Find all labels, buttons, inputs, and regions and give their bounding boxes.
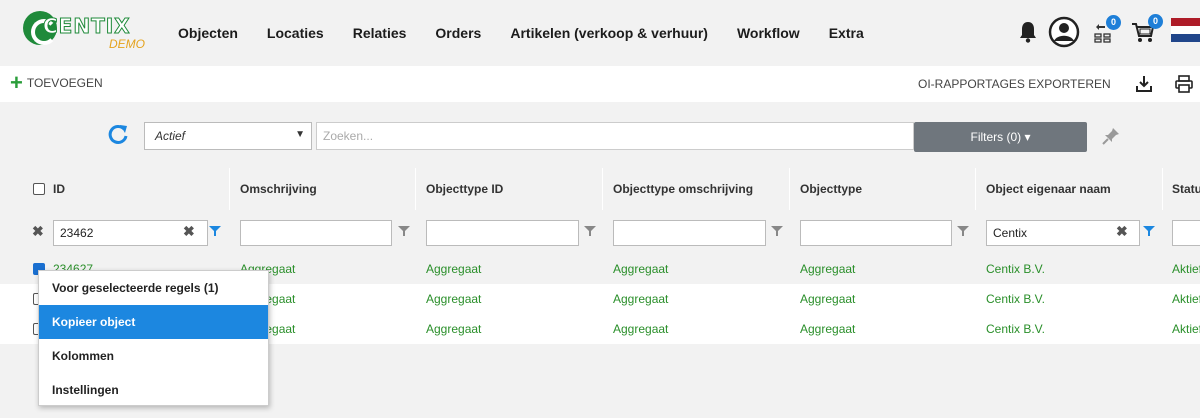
clear-owner-filter-icon[interactable]: ✖ bbox=[1116, 223, 1128, 240]
column-header-id[interactable]: ID bbox=[53, 168, 65, 210]
top-navigation-bar: CENTIX DEMO Objecten Locaties Relaties O… bbox=[0, 0, 1200, 66]
clear-id-filter-icon[interactable]: ✖ bbox=[183, 223, 195, 240]
filters-dropdown-button[interactable]: Filters (0) ▾ bbox=[914, 122, 1087, 152]
select-all-checkbox[interactable] bbox=[33, 183, 45, 195]
row-objecttype: Aggregaat bbox=[800, 292, 856, 306]
action-toolbar: + TOEVOEGEN OI-RAPPORTAGES EXPORTEREN bbox=[0, 66, 1200, 102]
objecttype-filter-input[interactable] bbox=[800, 220, 952, 246]
cart-count-badge: 0 bbox=[1148, 14, 1163, 29]
menu-item-columns[interactable]: Kolommen bbox=[39, 339, 268, 373]
row-objecttype-id: Aggregaat bbox=[426, 322, 482, 336]
nav-objecten[interactable]: Objecten bbox=[178, 25, 238, 41]
task-list-icon[interactable]: 0 bbox=[1093, 15, 1121, 46]
row-context-menu: Voor geselecteerde regels (1) Kopieer ob… bbox=[38, 270, 269, 406]
logo-demo-tag: DEMO bbox=[109, 37, 145, 51]
cart-icon[interactable]: 0 bbox=[1131, 14, 1163, 47]
refresh-icon[interactable] bbox=[107, 123, 129, 148]
language-flag-icon[interactable] bbox=[1171, 18, 1200, 42]
print-icon[interactable] bbox=[1175, 75, 1193, 96]
column-divider bbox=[789, 168, 790, 210]
logo-wordmark: CENTIX bbox=[43, 14, 131, 39]
objecttype-omschrijving-filter-input[interactable] bbox=[613, 220, 766, 246]
clear-filters-icon[interactable]: ✖ bbox=[32, 223, 44, 240]
row-eigenaar: Centix B.V. bbox=[986, 322, 1045, 336]
column-header-status[interactable]: Status bbox=[1172, 168, 1200, 210]
add-button[interactable]: + TOEVOEGEN bbox=[10, 70, 103, 95]
row-objecttype: Aggregaat bbox=[800, 262, 856, 276]
menu-item-selected-rows[interactable]: Voor geselecteerde regels (1) bbox=[39, 271, 268, 305]
column-filter-row: ✖ 23462 ✖ Centix ✖ bbox=[0, 210, 1200, 254]
column-divider bbox=[229, 168, 230, 210]
bell-icon[interactable] bbox=[1019, 21, 1037, 46]
status-filter-input[interactable] bbox=[1172, 220, 1200, 246]
row-objecttype-omschrijving: Aggregaat bbox=[613, 262, 669, 276]
row-eigenaar: Centix B.V. bbox=[986, 292, 1045, 306]
funnel-icon[interactable] bbox=[957, 225, 969, 237]
funnel-icon[interactable] bbox=[209, 225, 221, 237]
menu-item-settings[interactable]: Instellingen bbox=[39, 373, 268, 407]
status-select-value: Actief bbox=[155, 129, 186, 143]
row-objecttype-id: Aggregaat bbox=[426, 262, 482, 276]
column-header-omschrijving[interactable]: Omschrijving bbox=[240, 168, 317, 210]
add-button-label: TOEVOEGEN bbox=[26, 76, 103, 90]
filter-bar: Actief ▼ Zoeken... Filters (0) ▾ bbox=[0, 102, 1200, 168]
nav-orders[interactable]: Orders bbox=[435, 25, 481, 41]
column-divider bbox=[602, 168, 603, 210]
column-divider bbox=[415, 168, 416, 210]
row-objecttype-omschrijving: Aggregaat bbox=[613, 292, 669, 306]
row-status: Aktief bbox=[1172, 262, 1200, 276]
search-input[interactable]: Zoeken... bbox=[316, 122, 914, 150]
funnel-icon[interactable] bbox=[1143, 225, 1155, 237]
funnel-icon[interactable] bbox=[398, 225, 410, 237]
column-header-objecttype[interactable]: Objecttype bbox=[800, 168, 862, 210]
export-reports-button[interactable]: OI-RAPPORTAGES EXPORTEREN bbox=[918, 77, 1111, 91]
funnel-icon[interactable] bbox=[584, 225, 596, 237]
column-header-objecttype-id[interactable]: Objecttype ID bbox=[426, 168, 503, 210]
column-header-eigenaar[interactable]: Object eigenaar naam bbox=[986, 168, 1111, 210]
row-objecttype-id: Aggregaat bbox=[426, 292, 482, 306]
pin-icon[interactable] bbox=[1102, 127, 1120, 150]
row-status: Aktief bbox=[1172, 322, 1200, 336]
column-divider bbox=[1162, 168, 1163, 210]
nav-workflow[interactable]: Workflow bbox=[737, 25, 800, 41]
row-eigenaar: Centix B.V. bbox=[986, 262, 1045, 276]
status-select[interactable]: Actief ▼ bbox=[144, 122, 312, 150]
nav-relaties[interactable]: Relaties bbox=[353, 25, 407, 41]
funnel-icon[interactable] bbox=[771, 225, 783, 237]
omschrijving-filter-input[interactable] bbox=[240, 220, 392, 246]
row-objecttype: Aggregaat bbox=[800, 322, 856, 336]
nav-locaties[interactable]: Locaties bbox=[267, 25, 324, 41]
nav-artikelen[interactable]: Artikelen (verkoop & verhuur) bbox=[510, 25, 708, 41]
nav-extra[interactable]: Extra bbox=[829, 25, 864, 41]
download-icon[interactable] bbox=[1136, 75, 1152, 96]
chevron-down-icon: ▼ bbox=[295, 129, 305, 140]
row-status: Aktief bbox=[1172, 292, 1200, 306]
menu-item-copy-object[interactable]: Kopieer object bbox=[39, 305, 268, 339]
user-avatar-icon[interactable] bbox=[1048, 16, 1080, 51]
column-divider bbox=[975, 168, 976, 210]
centix-logo[interactable]: CENTIX DEMO bbox=[23, 9, 148, 53]
tasks-count-badge: 0 bbox=[1106, 15, 1121, 30]
plus-icon: + bbox=[10, 70, 23, 95]
main-menu: Objecten Locaties Relaties Orders Artike… bbox=[178, 0, 864, 66]
row-objecttype-omschrijving: Aggregaat bbox=[613, 322, 669, 336]
column-header-objecttype-omschrijving[interactable]: Objecttype omschrijving bbox=[613, 168, 753, 210]
objecttype-id-filter-input[interactable] bbox=[426, 220, 579, 246]
